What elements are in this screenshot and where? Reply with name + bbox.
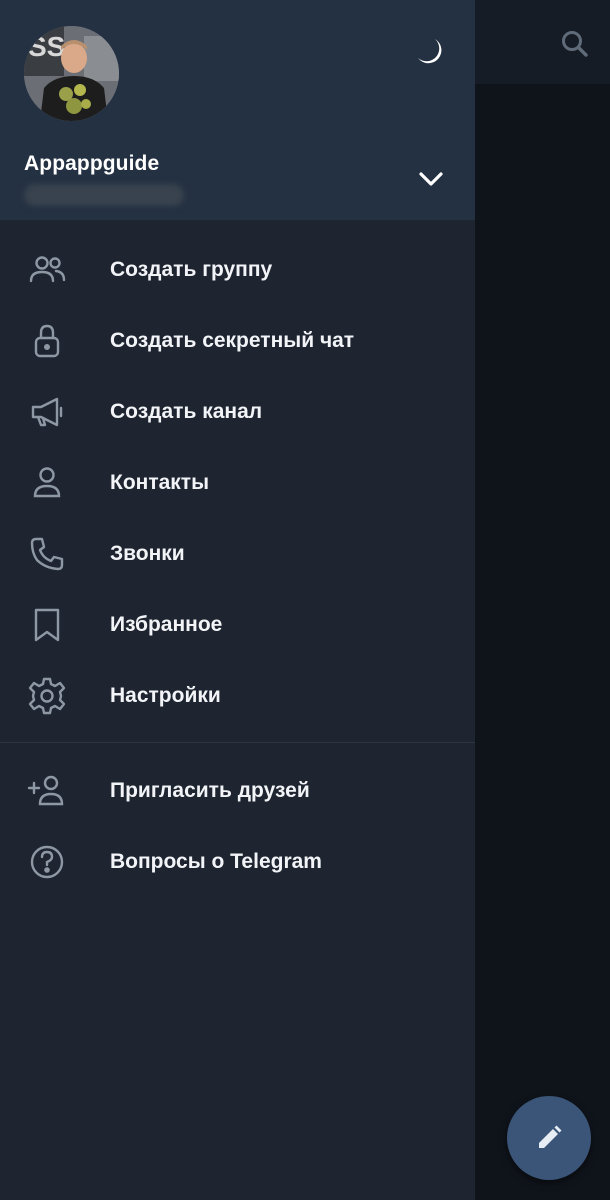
- add-person-icon: [27, 771, 67, 811]
- menu-item-label: Вопросы о Telegram: [110, 849, 322, 873]
- lock-icon: [27, 321, 67, 361]
- navigation-drawer: SS Appappguide Создать группу Создать се…: [0, 0, 475, 1200]
- person-icon: [27, 463, 67, 503]
- menu-item-label: Создать секретный чат: [110, 328, 355, 352]
- menu-item-create-channel[interactable]: Создать канал: [0, 376, 475, 447]
- menu-item-saved-messages[interactable]: Избранное: [0, 589, 475, 660]
- megaphone-icon: [27, 392, 67, 432]
- menu-item-label: Звонки: [110, 541, 185, 565]
- menu-item-label: Избранное: [110, 612, 223, 636]
- menu-item-contacts[interactable]: Контакты: [0, 447, 475, 518]
- chevron-down-icon[interactable]: [414, 162, 448, 196]
- menu-item-secret-chat[interactable]: Создать секретный чат: [0, 305, 475, 376]
- menu-item-calls[interactable]: Звонки: [0, 518, 475, 589]
- bookmark-icon: [27, 605, 67, 645]
- help-icon: [27, 842, 67, 882]
- account-phone-redacted: [24, 184, 184, 206]
- drawer-header: SS Appappguide: [0, 0, 475, 220]
- phone-icon: [27, 534, 67, 574]
- gear-icon: [27, 676, 67, 716]
- search-icon[interactable]: [559, 28, 591, 60]
- pencil-icon: [533, 1122, 565, 1154]
- moon-icon[interactable]: [412, 34, 448, 70]
- avatar[interactable]: SS: [24, 26, 119, 121]
- svg-text:SS: SS: [28, 31, 65, 62]
- menu-item-invite-friends[interactable]: Пригласить друзей: [0, 755, 475, 826]
- compose-button[interactable]: [507, 1096, 591, 1180]
- menu-item-telegram-faq[interactable]: Вопросы о Telegram: [0, 826, 475, 897]
- menu-item-settings[interactable]: Настройки: [0, 660, 475, 731]
- drawer-menu: Создать группу Создать секретный чат Соз…: [0, 234, 475, 897]
- menu-divider: [0, 742, 475, 743]
- menu-item-label: Создать канал: [110, 399, 263, 423]
- menu-item-label: Создать группу: [110, 257, 273, 281]
- menu-item-create-group[interactable]: Создать группу: [0, 234, 475, 305]
- group-icon: [27, 250, 67, 290]
- screen: SS Appappguide Создать группу Создать се…: [0, 0, 610, 1200]
- account-name: Appappguide: [24, 152, 160, 175]
- menu-item-label: Пригласить друзей: [110, 778, 310, 802]
- menu-item-label: Контакты: [110, 470, 210, 494]
- menu-item-label: Настройки: [110, 683, 221, 707]
